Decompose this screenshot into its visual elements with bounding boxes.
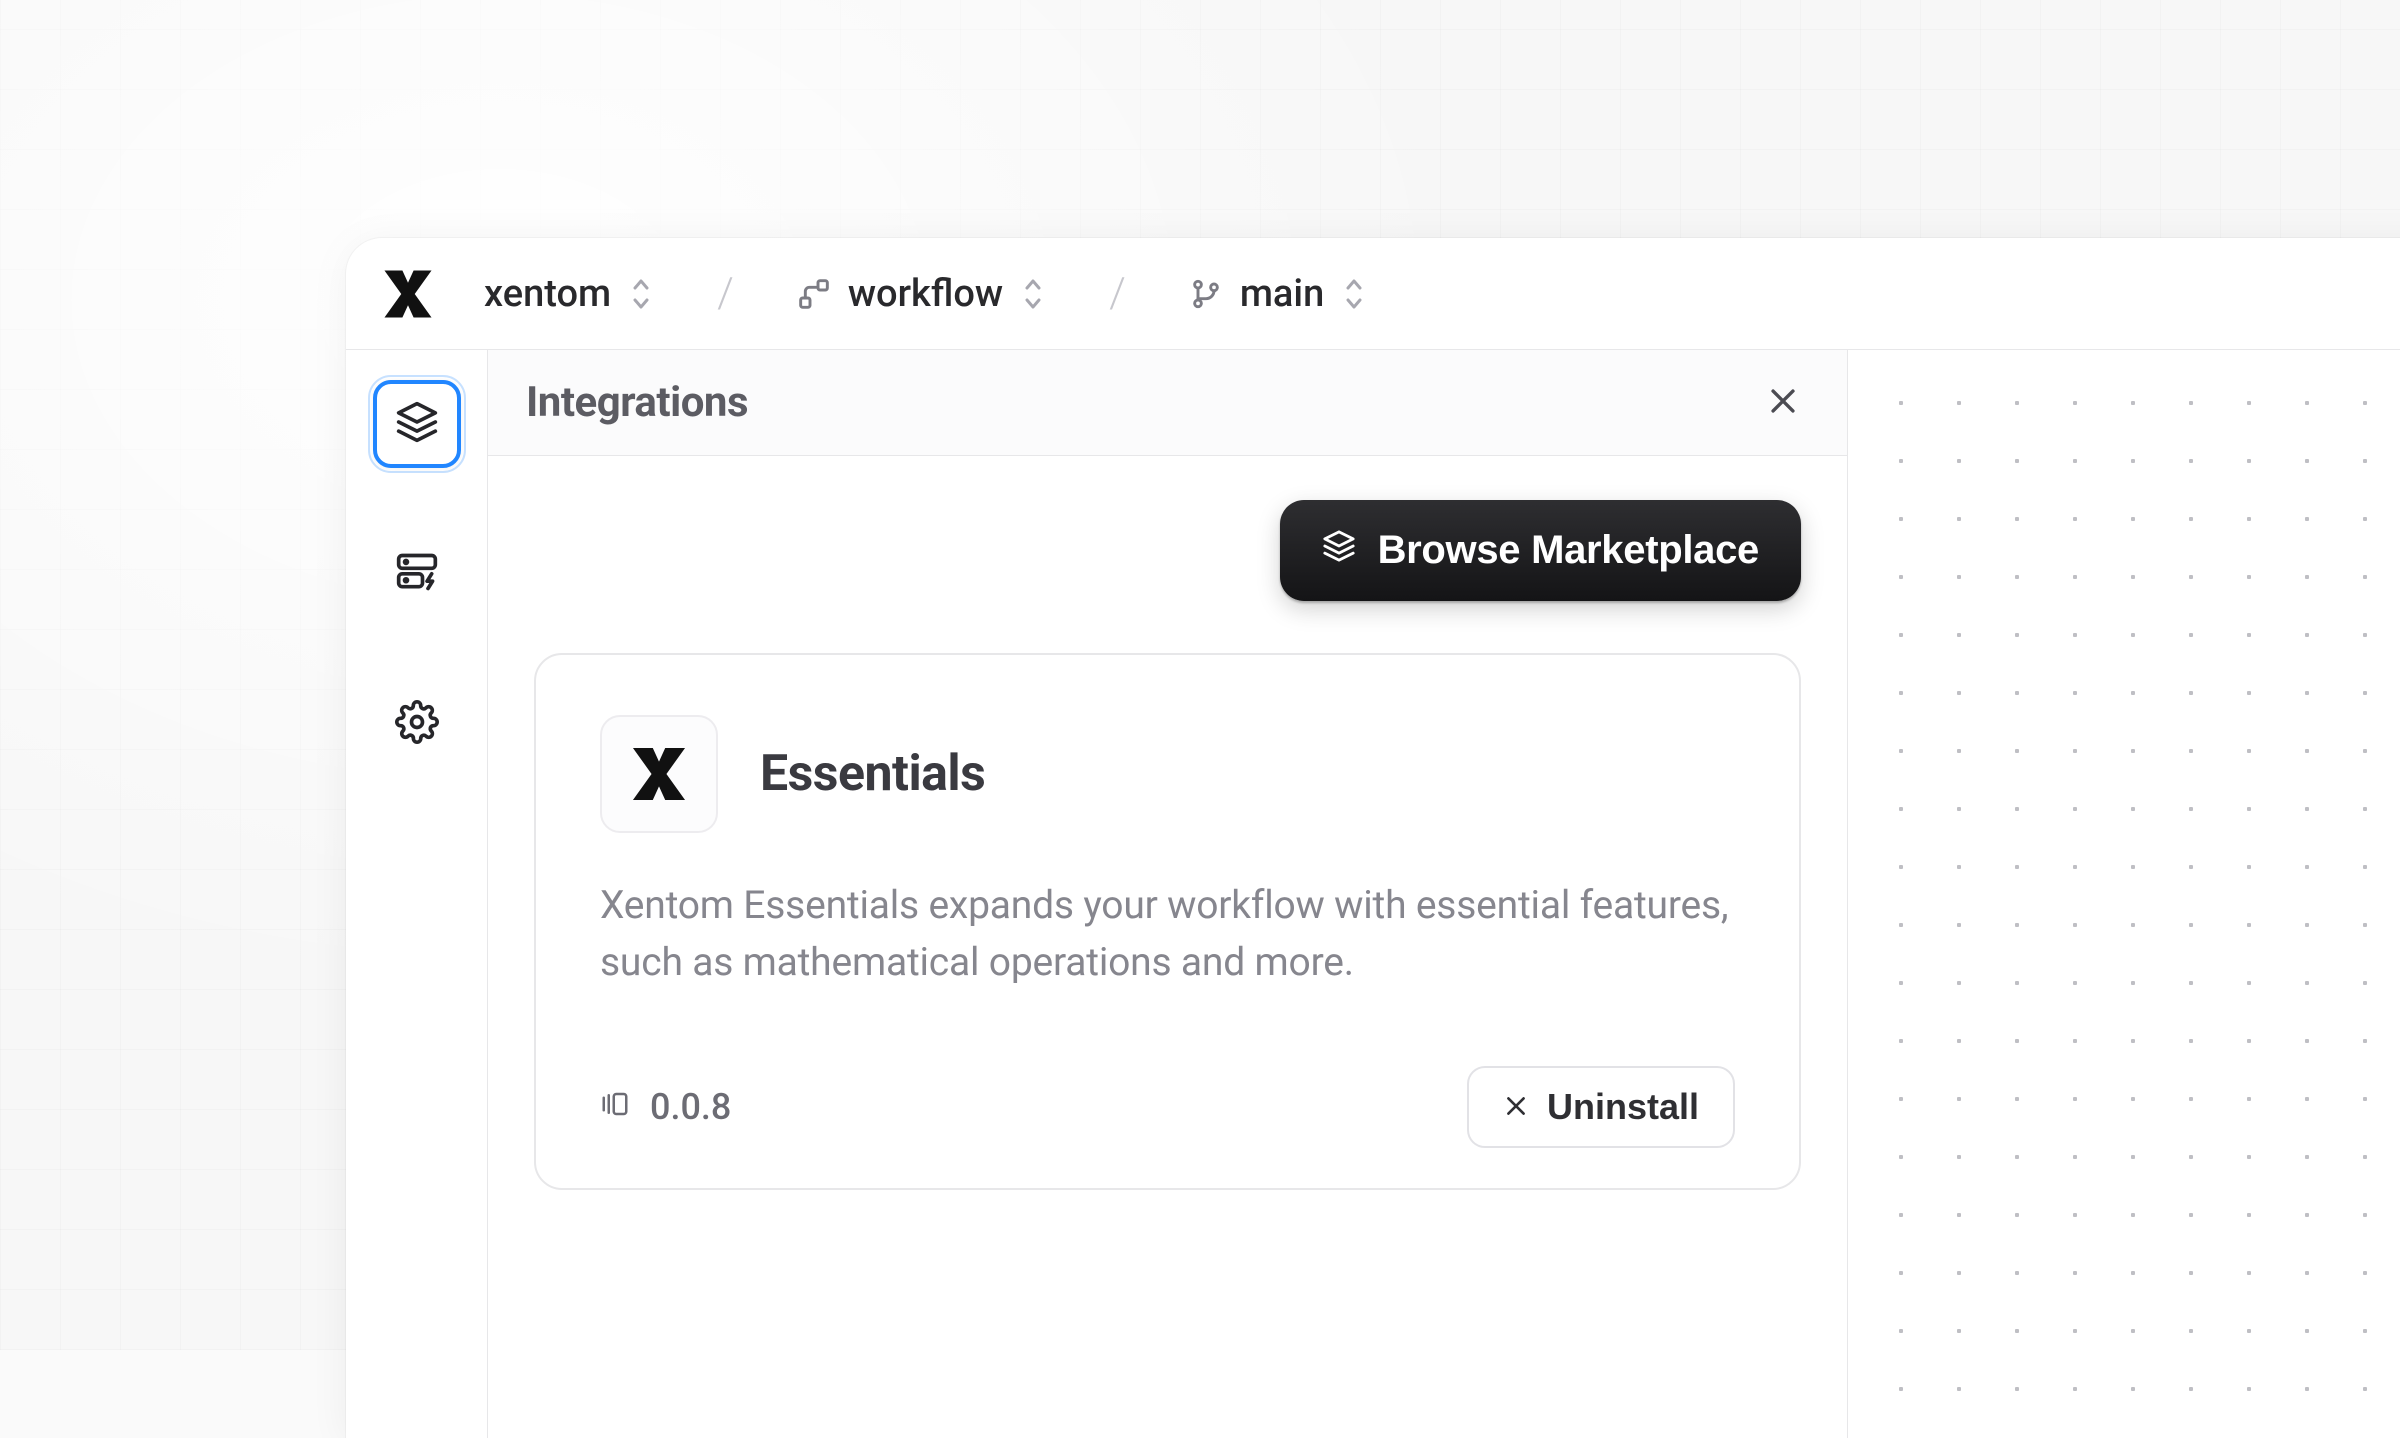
app-body: Integrations xyxy=(346,350,2400,1438)
breadcrumb: xentom / workflow xyxy=(470,262,1380,326)
breadcrumb-separator: / xyxy=(687,269,764,318)
app-window: xentom / workflow xyxy=(346,238,2400,1438)
integration-card-header: Essentials xyxy=(600,715,1735,833)
layers-icon xyxy=(1322,528,1356,573)
chevron-updown-icon xyxy=(1342,276,1366,312)
breadcrumb-project-label: workflow xyxy=(848,272,1003,316)
breadcrumb-org-label: xentom xyxy=(484,272,611,316)
panel-title: Integrations xyxy=(526,378,748,427)
integration-description: Xentom Essentials expands your workflow … xyxy=(600,877,1735,992)
breadcrumb-org[interactable]: xentom xyxy=(470,262,667,326)
breadcrumb-branch[interactable]: main xyxy=(1176,262,1380,326)
uninstall-button[interactable]: Uninstall xyxy=(1467,1066,1735,1148)
server-bolt-icon xyxy=(395,550,439,598)
browse-marketplace-label: Browse Marketplace xyxy=(1378,528,1759,573)
workflow-icon xyxy=(798,278,830,310)
uninstall-button-label: Uninstall xyxy=(1547,1086,1699,1128)
integrations-panel: Integrations xyxy=(488,350,1848,1438)
panel-toolbar: Browse Marketplace xyxy=(534,500,1801,601)
version-icon xyxy=(600,1086,630,1128)
layers-icon xyxy=(395,400,439,448)
git-branch-icon xyxy=(1190,278,1222,310)
gear-icon xyxy=(395,700,439,748)
panel-header: Integrations xyxy=(488,350,1847,456)
integration-version-text: 0.0.8 xyxy=(650,1086,731,1128)
close-icon xyxy=(1503,1086,1529,1128)
panel-body: Browse Marketplace Essentials Xentom Ess… xyxy=(488,456,1847,1234)
panel-close-button[interactable] xyxy=(1757,377,1809,429)
integration-version: 0.0.8 xyxy=(600,1086,731,1128)
integration-card-footer: 0.0.8 Uninstall xyxy=(600,1066,1735,1148)
side-rail xyxy=(346,350,488,1438)
browse-marketplace-button[interactable]: Browse Marketplace xyxy=(1280,500,1801,601)
breadcrumb-separator: / xyxy=(1079,269,1156,318)
breadcrumb-branch-label: main xyxy=(1240,272,1324,316)
close-icon xyxy=(1766,384,1800,422)
rail-integrations[interactable] xyxy=(373,380,461,468)
breadcrumb-project[interactable]: workflow xyxy=(784,262,1059,326)
integration-card-essentials: Essentials Xentom Essentials expands you… xyxy=(534,653,1801,1190)
chevron-updown-icon xyxy=(629,276,653,312)
rail-settings[interactable] xyxy=(373,680,461,768)
workflow-canvas[interactable] xyxy=(1848,350,2400,1438)
top-bar: xentom / workflow xyxy=(346,238,2400,350)
integration-name: Essentials xyxy=(760,745,985,803)
chevron-updown-icon xyxy=(1021,276,1045,312)
integration-icon xyxy=(600,715,718,833)
app-logo xyxy=(380,266,436,322)
rail-servers[interactable] xyxy=(373,530,461,618)
